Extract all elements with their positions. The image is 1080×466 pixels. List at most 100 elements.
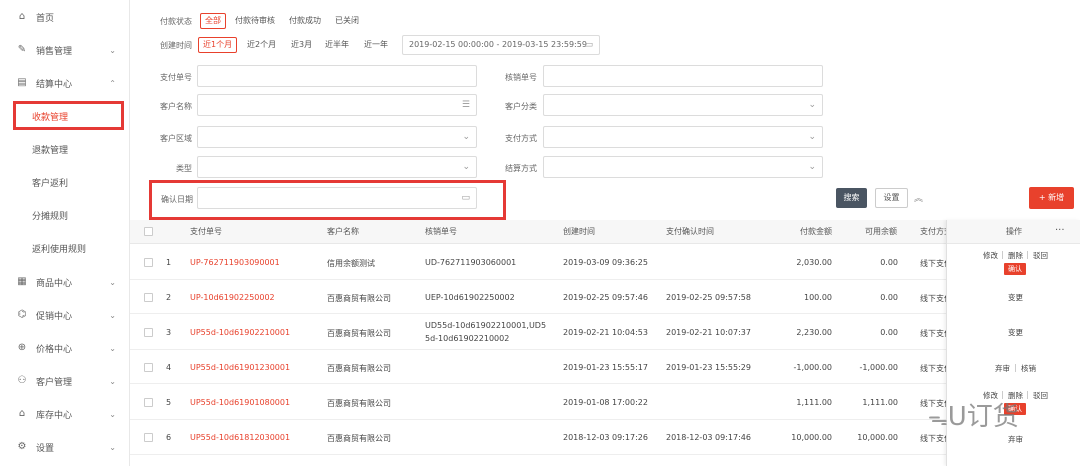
highlight-box-receipt xyxy=(13,101,124,130)
row-index: 6 xyxy=(166,433,172,442)
created-tag-1m[interactable]: 近1个月 xyxy=(198,37,238,53)
chevron-down-icon: ⌄ xyxy=(462,162,470,172)
change-link[interactable]: 变更 xyxy=(1008,327,1023,338)
search-button[interactable]: 搜索 xyxy=(836,188,867,208)
created-tag-3m[interactable]: 近3月 xyxy=(286,37,317,53)
abandon-review-link[interactable]: 弃审 xyxy=(1008,434,1023,445)
abandon-review-link[interactable]: 弃审 xyxy=(995,363,1010,374)
created-tag-half-year[interactable]: 近半年 xyxy=(320,37,354,53)
balance-cell: -1,000.00 xyxy=(859,363,898,372)
pay-method-select[interactable]: ⌄ xyxy=(543,126,823,148)
add-new-button[interactable]: + 新增 xyxy=(1029,187,1074,209)
verify-no-label: 核销单号 xyxy=(505,73,537,82)
sidebar-item-inventory[interactable]: ⌂ 库存中心 ⌄ xyxy=(0,399,130,429)
op-divider xyxy=(1027,251,1028,259)
created-cell: 2019-02-21 10:04:53 xyxy=(563,328,648,337)
sidebar-subitem-label: 返利使用规则 xyxy=(32,244,87,255)
type-select[interactable]: ⌄ xyxy=(197,156,477,178)
sidebar-subitem-refund[interactable]: 退款管理 xyxy=(0,134,130,164)
th-verify-no: 核销单号 xyxy=(425,227,457,236)
th-amount: 付款金额 xyxy=(800,227,832,236)
verify-cell-line1: UD55d-10d61902210001,UD5 xyxy=(425,321,547,330)
date-range-input[interactable]: 2019-02-15 00:00:00 - 2019-03-15 23:59:5… xyxy=(402,35,600,55)
verify-cell-line2: 5d-10d61902210002 xyxy=(425,334,510,343)
customer-category-select[interactable]: ⌄ xyxy=(543,94,823,116)
row-checkbox[interactable] xyxy=(144,328,153,337)
created-tag-year[interactable]: 近一年 xyxy=(359,37,393,53)
sidebar-item-customers[interactable]: ⚇ 客户管理 ⌄ xyxy=(0,366,130,396)
customer-region-select[interactable]: ⌄ xyxy=(197,126,477,148)
th-balance: 可用余额 xyxy=(865,227,897,236)
table-row[interactable]: 2 UP-10d61902250002 百惠商贸有限公司 UEP-10d6190… xyxy=(130,281,1080,314)
amount-cell: 10,000.00 xyxy=(791,433,832,442)
sidebar-item-home[interactable]: ⌂ 首页 xyxy=(0,2,130,32)
confirm-button[interactable]: 确认 xyxy=(1004,263,1026,275)
collapse-icon[interactable]: ︽ xyxy=(914,191,923,204)
op-divider xyxy=(1027,391,1028,399)
sidebar-item-label: 设置 xyxy=(36,443,55,454)
pay-no-link[interactable]: UP-10d61902250002 xyxy=(190,293,275,302)
customer-cell: 百惠商贸有限公司 xyxy=(327,399,391,408)
row-index: 5 xyxy=(166,398,172,407)
reject-link[interactable]: 驳回 xyxy=(1033,250,1048,261)
sidebar-item-products[interactable]: ▦ 商品中心 ⌄ xyxy=(0,267,130,297)
status-tag-success[interactable]: 付款成功 xyxy=(284,13,326,29)
table-row[interactable]: 1 UP-762711903090001 信用余额测试 UD-762711903… xyxy=(130,245,1080,280)
customer-name-input[interactable]: ☰ xyxy=(197,94,477,116)
status-tag-all[interactable]: 全部 xyxy=(200,13,226,29)
delete-link[interactable]: 删除 xyxy=(1008,250,1023,261)
table-row[interactable]: 3 UP55d-10d61902210001 百惠商贸有限公司 UD55d-10… xyxy=(130,315,1080,350)
customer-name-label: 客户名称 xyxy=(160,102,192,111)
row-checkbox[interactable] xyxy=(144,258,153,267)
sidebar-item-sales[interactable]: ✎ 销售管理 ⌄ xyxy=(0,35,130,65)
pay-no-label: 支付单号 xyxy=(160,73,192,82)
pay-no-link[interactable]: UP55d-10d61901230001 xyxy=(190,363,290,372)
sidebar-item-settlement[interactable]: ▤ 结算中心 ⌃ xyxy=(0,68,130,98)
th-pay-no: 支付单号 xyxy=(190,227,222,236)
row-checkbox[interactable] xyxy=(144,433,153,442)
sidebar-item-settings[interactable]: ⚙ 设置 ⌄ xyxy=(0,432,130,462)
settings-button[interactable]: 设置 xyxy=(875,188,908,208)
sidebar-item-price[interactable]: ⊕ 价格中心 ⌄ xyxy=(0,333,130,363)
sidebar-subitem-rebate[interactable]: 客户返利 xyxy=(0,167,130,197)
th-customer: 客户名称 xyxy=(327,227,359,236)
table-row[interactable]: 4 UP55d-10d61901230001 百惠商贸有限公司 2019-01-… xyxy=(130,351,1080,384)
pay-no-link[interactable]: UP55d-10d61901080001 xyxy=(190,398,290,407)
sidebar-subitem-allocation[interactable]: 分摊规则 xyxy=(0,200,130,230)
app-root: ⌂ 首页 ✎ 销售管理 ⌄ ▤ 结算中心 ⌃ 收款管理 退款管理 客户返利 分摊… xyxy=(0,0,1080,466)
sidebar-item-promotion[interactable]: ⌬ 促销中心 ⌄ xyxy=(0,300,130,330)
status-tag-closed[interactable]: 已关闭 xyxy=(330,13,364,29)
pay-no-link[interactable]: UP-762711903090001 xyxy=(190,258,280,267)
amount-cell: 100.00 xyxy=(804,293,832,302)
created-tag-2m[interactable]: 近2个月 xyxy=(242,37,281,53)
select-all-checkbox[interactable] xyxy=(144,227,153,236)
sidebar-item-label: 库存中心 xyxy=(36,410,73,421)
pay-no-link[interactable]: UP55d-10d61812030001 xyxy=(190,433,290,442)
amount-cell: 2,030.00 xyxy=(796,258,832,267)
created-cell: 2018-12-03 09:17:26 xyxy=(563,433,648,442)
customer-cell: 百惠商贸有限公司 xyxy=(327,364,391,373)
row-checkbox[interactable] xyxy=(144,398,153,407)
row-checkbox[interactable] xyxy=(144,363,153,372)
watermark-logo: ᯓU订货 xyxy=(928,396,1019,433)
pay-no-input[interactable] xyxy=(197,65,477,87)
more-icon[interactable]: ··· xyxy=(1055,220,1065,242)
pay-no-link[interactable]: UP55d-10d61902210001 xyxy=(190,328,290,337)
sidebar-item-label: 价格中心 xyxy=(36,344,73,355)
verify-link[interactable]: 核销 xyxy=(1021,363,1036,374)
row-index: 4 xyxy=(166,363,172,372)
row-checkbox[interactable] xyxy=(144,293,153,302)
change-link[interactable]: 变更 xyxy=(1008,292,1023,303)
verify-no-input[interactable] xyxy=(543,65,823,87)
op-divider xyxy=(1015,364,1016,372)
status-tag-pending[interactable]: 付款待审核 xyxy=(230,13,280,29)
home-icon: ⌂ xyxy=(18,11,26,22)
edit-link[interactable]: 修改 xyxy=(983,250,998,261)
settle-method-select[interactable]: ⌄ xyxy=(543,156,823,178)
chevron-down-icon: ⌄ xyxy=(109,409,116,419)
sidebar-subitem-rebate-rules[interactable]: 返利使用规则 xyxy=(0,233,130,263)
reject-link[interactable]: 驳回 xyxy=(1033,390,1048,401)
sidebar-subitem-label: 分摊规则 xyxy=(32,211,69,222)
chevron-down-icon: ⌄ xyxy=(808,100,816,110)
amount-cell: 1,111.00 xyxy=(796,398,832,407)
